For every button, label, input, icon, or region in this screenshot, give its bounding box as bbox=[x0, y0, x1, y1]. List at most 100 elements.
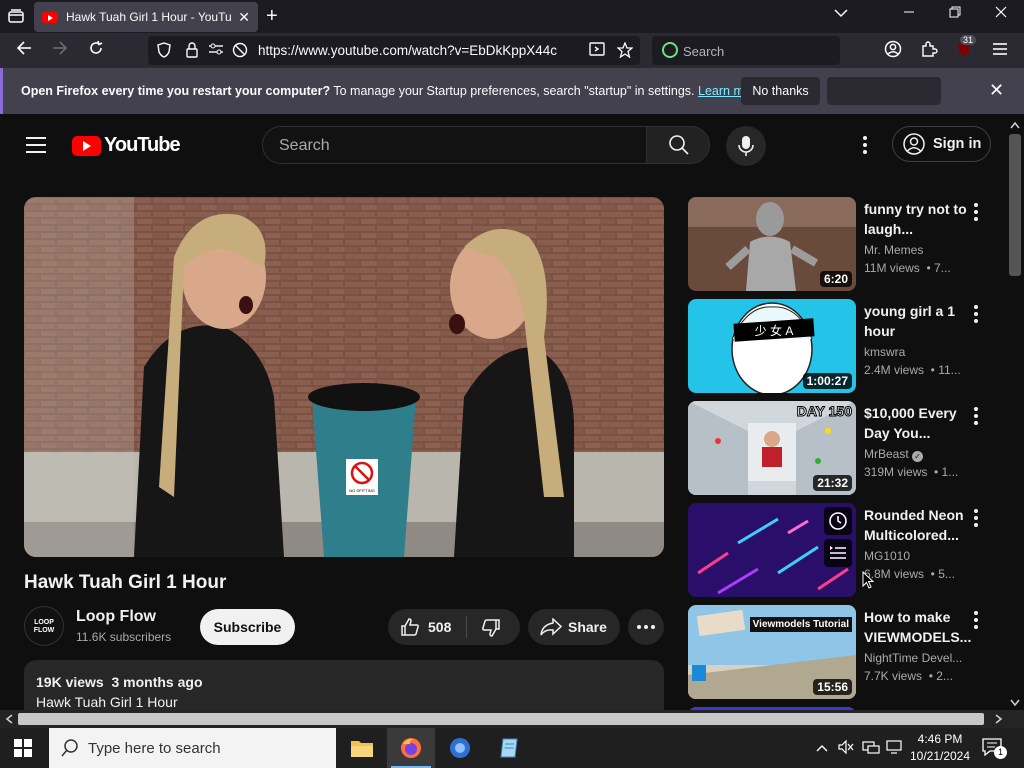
recommendation-item[interactable]: 6:20 funny try not to laugh... Mr. Memes… bbox=[688, 197, 988, 293]
tab-title: Hawk Tuah Girl 1 Hour - YouTube bbox=[66, 10, 233, 24]
action-center-button[interactable]: 1 bbox=[982, 738, 1007, 761]
bookmark-star-icon[interactable] bbox=[616, 41, 634, 59]
recommendation-channel[interactable]: NightTime Devel... bbox=[864, 651, 962, 665]
notepad-app-button[interactable] bbox=[485, 728, 533, 768]
recommendation-channel[interactable]: MG1010 bbox=[864, 549, 910, 563]
thumbnail-day-text: DAY 150 bbox=[796, 403, 852, 420]
recommendation-thumbnail[interactable]: 6:20 bbox=[688, 197, 856, 291]
channel-avatar[interactable]: LOOP FLOW bbox=[24, 606, 64, 646]
restore-button[interactable] bbox=[940, 5, 970, 21]
channel-name[interactable]: Loop Flow bbox=[76, 608, 156, 626]
browser-tab-youtube[interactable]: Hawk Tuah Girl 1 Hour - YouTube ✕ bbox=[34, 2, 258, 32]
recommendation-menu-icon[interactable] bbox=[974, 509, 978, 527]
permissions-icon[interactable] bbox=[208, 42, 224, 58]
firefox-button[interactable] bbox=[387, 728, 435, 768]
recommendation-channel[interactable]: Mr. Memes bbox=[864, 243, 923, 257]
recommendation-item[interactable]: 少 女 A 1:00:27 young girl a 1 hour kmswra… bbox=[688, 299, 988, 395]
notification-text: To manage your Startup preferences, sear… bbox=[330, 84, 698, 98]
extensions-button[interactable] bbox=[918, 40, 940, 62]
back-button[interactable] bbox=[13, 40, 35, 62]
lock-icon[interactable] bbox=[184, 42, 200, 58]
windows-taskbar: Type here to search 4:46 PM 10/21/2024 1 bbox=[0, 728, 1024, 768]
minimize-button[interactable] bbox=[894, 5, 924, 21]
reload-button[interactable] bbox=[85, 40, 107, 62]
recommendation-thumbnail[interactable]: DAY 150 21:32 bbox=[688, 401, 856, 495]
browser-search-bar[interactable]: Search bbox=[652, 36, 840, 65]
recommendation-menu-icon[interactable] bbox=[974, 305, 978, 323]
new-tab-button[interactable]: + bbox=[266, 6, 278, 26]
vertical-scroll-thumb[interactable] bbox=[1009, 134, 1021, 276]
taskbar-search-box[interactable]: Type here to search bbox=[49, 728, 336, 768]
list-all-tabs-button[interactable] bbox=[5, 6, 27, 26]
dislike-button[interactable] bbox=[467, 609, 520, 645]
recommendation-title[interactable]: funny try not to laugh... bbox=[864, 199, 968, 239]
network-icon[interactable] bbox=[862, 740, 880, 757]
recommendation-menu-icon[interactable] bbox=[974, 611, 978, 629]
scroll-down-arrow-icon[interactable] bbox=[1010, 699, 1020, 707]
account-button[interactable] bbox=[882, 40, 904, 62]
video-player[interactable]: NO SPITTING bbox=[24, 197, 664, 557]
chrome-app-button[interactable] bbox=[436, 728, 484, 768]
guide-menu-button[interactable] bbox=[26, 137, 46, 153]
recommendation-meta: 2.4M views • 11... bbox=[864, 363, 961, 377]
youtube-favicon-icon bbox=[42, 11, 58, 23]
recommendation-item[interactable]: DAY 150 21:32 $10,000 Every Day You... M… bbox=[688, 401, 988, 497]
recommendation-title[interactable]: How to make VIEWMODELS... bbox=[864, 607, 971, 647]
recommendation-item[interactable]: Rounded Neon Multicolored... MG1010 6.8M… bbox=[688, 503, 988, 599]
recommendation-title[interactable]: young girl a 1 hour bbox=[864, 301, 968, 341]
address-bar[interactable]: https://www.youtube.com/watch?v=EbDkKppX… bbox=[148, 36, 640, 65]
sign-in-label: Sign in bbox=[933, 136, 982, 152]
youtube-logo[interactable]: YouTube bbox=[72, 134, 181, 157]
recommendation-thumbnail[interactable]: 少 女 A 1:00:27 bbox=[688, 299, 856, 393]
no-spitting-sign-text: NO SPITTING bbox=[349, 488, 375, 493]
volume-muted-icon[interactable] bbox=[838, 739, 854, 757]
add-to-queue-icon[interactable] bbox=[824, 539, 852, 567]
taskbar-clock[interactable]: 4:46 PM 10/21/2024 bbox=[906, 731, 974, 765]
recommendation-thumbnail[interactable] bbox=[688, 503, 856, 597]
recommendation-menu-icon[interactable] bbox=[974, 407, 978, 425]
windows-start-icon[interactable] bbox=[14, 739, 32, 757]
microphone-icon bbox=[738, 136, 754, 156]
vertical-scrollbar[interactable] bbox=[1006, 116, 1024, 710]
no-thanks-button[interactable]: No thanks bbox=[741, 77, 820, 105]
like-button[interactable]: 508 bbox=[388, 609, 466, 645]
subscribe-button[interactable]: Subscribe bbox=[200, 609, 295, 645]
sign-in-button[interactable]: Sign in bbox=[892, 126, 991, 162]
share-button[interactable]: Share bbox=[528, 609, 620, 645]
horizontal-scrollbar[interactable] bbox=[0, 710, 1024, 728]
recommendation-channel[interactable]: MrBeast ✓ bbox=[864, 447, 924, 462]
youtube-logo-text: YouTube bbox=[104, 134, 181, 156]
watch-later-icon[interactable] bbox=[824, 507, 852, 535]
display-icon[interactable] bbox=[886, 740, 902, 757]
tab-overflow-chevron-icon[interactable] bbox=[826, 5, 856, 21]
close-window-button[interactable] bbox=[986, 5, 1016, 21]
scroll-up-arrow-icon[interactable] bbox=[1010, 121, 1020, 129]
horizontal-scroll-thumb[interactable] bbox=[18, 713, 984, 725]
like-count: 508 bbox=[428, 619, 452, 635]
app-menu-button[interactable] bbox=[989, 40, 1011, 62]
autoplay-blocked-icon[interactable] bbox=[232, 42, 248, 58]
recommendation-thumbnail[interactable]: Viewmodels Tutorial 15:56 bbox=[688, 605, 856, 699]
scroll-left-arrow-icon[interactable] bbox=[5, 714, 13, 724]
recommendation-menu-icon[interactable] bbox=[974, 203, 978, 221]
voice-search-button[interactable] bbox=[726, 126, 766, 166]
forward-button[interactable] bbox=[49, 40, 71, 62]
youtube-search-input[interactable]: Search bbox=[262, 126, 647, 164]
scroll-right-arrow-icon[interactable] bbox=[995, 714, 1003, 724]
recommendation-title[interactable]: $10,000 Every Day You... bbox=[864, 403, 968, 443]
recommendation-channel[interactable]: kmswra bbox=[864, 345, 905, 359]
close-tab-icon[interactable]: ✕ bbox=[238, 9, 250, 26]
recommendation-item[interactable]: Viewmodels Tutorial 15:56 How to make VI… bbox=[688, 605, 988, 701]
close-notification-icon[interactable]: ✕ bbox=[989, 80, 1004, 101]
more-actions-button[interactable] bbox=[628, 609, 664, 645]
youtube-search-button[interactable] bbox=[646, 126, 710, 164]
settings-kebab-icon[interactable] bbox=[855, 136, 875, 156]
shield-icon[interactable] bbox=[156, 42, 172, 58]
notification-action-button[interactable] bbox=[827, 77, 941, 105]
file-explorer-button[interactable] bbox=[338, 728, 386, 768]
video-description-box[interactable]: 19K views 3 months ago Hawk Tuah Girl 1 … bbox=[24, 660, 664, 710]
like-dislike-group: 508 bbox=[388, 609, 520, 645]
reader-view-icon[interactable] bbox=[589, 42, 605, 58]
recommendation-title[interactable]: Rounded Neon Multicolored... bbox=[864, 505, 968, 545]
show-hidden-icons-chevron-icon[interactable] bbox=[816, 740, 828, 755]
